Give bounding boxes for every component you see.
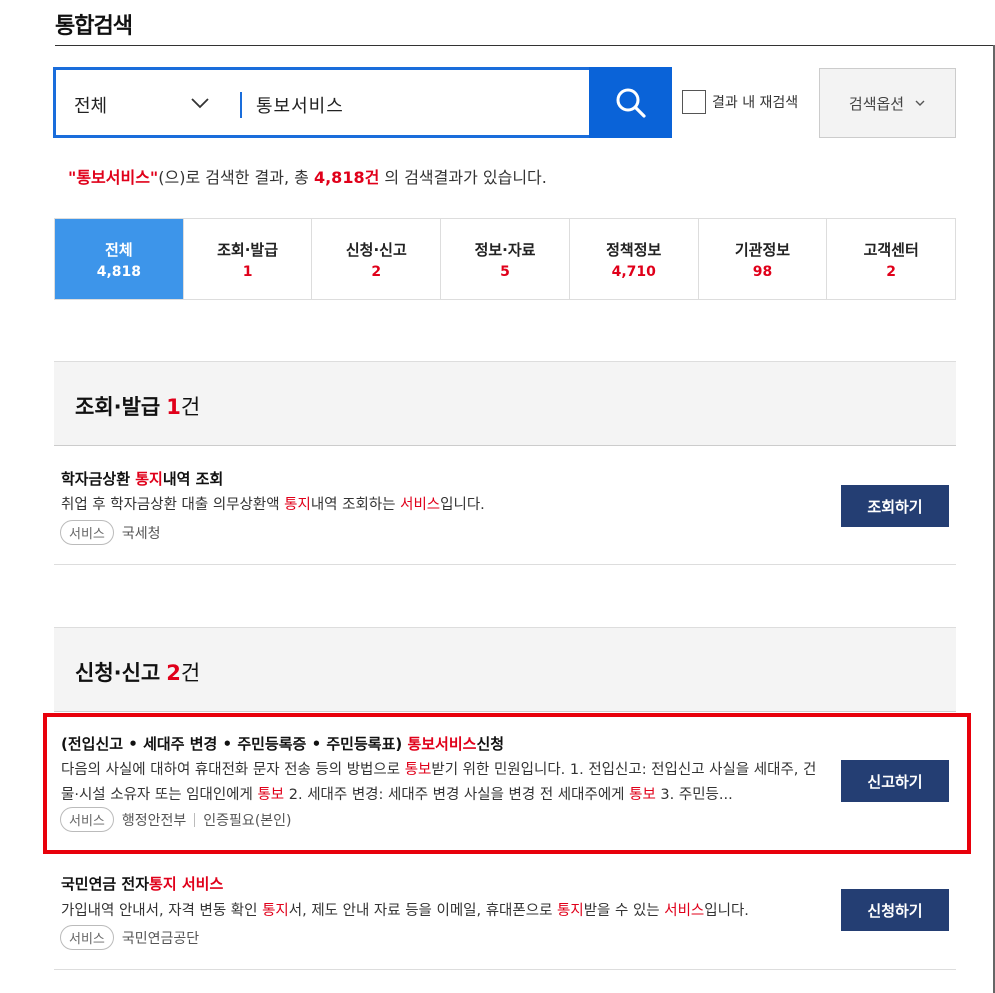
summary-text-2: 의 검색결과가 있습니다.: [379, 168, 547, 187]
chevron-down-icon[interactable]: [189, 92, 211, 114]
section-title: 신청·신고: [75, 661, 161, 685]
title-divider: [55, 45, 995, 46]
tab-label: 전체: [105, 240, 133, 259]
tab-lookup-issue[interactable]: 조회·발급 1: [183, 219, 313, 299]
desc-highlight: 통지: [262, 903, 289, 919]
service-tag: 서비스: [60, 925, 114, 950]
tab-count: 4,710: [611, 263, 656, 280]
tab-label: 조회·발급: [217, 240, 279, 259]
service-tag: 서비스: [60, 520, 114, 545]
section-count: 1: [166, 395, 181, 419]
desc-highlight: 서비스: [664, 903, 705, 919]
tab-label: 정책정보: [606, 240, 662, 259]
section-header-lookup: 조회·발급 1건: [54, 361, 956, 446]
item-description: 취업 후 학자금상환 대출 의무상환액 통지내역 조회하는 서비스입니다.: [61, 493, 821, 518]
input-cursor: [240, 92, 242, 118]
summary-query: "통보서비스": [68, 168, 159, 187]
item-title[interactable]: 학자금상환 통지내역 조회: [61, 468, 223, 489]
desc-text: 내역 조회하는: [310, 497, 401, 513]
section-unit: 건: [180, 661, 201, 685]
desc-text: 입니다.: [440, 497, 485, 513]
tab-customer-center[interactable]: 고객센터 2: [827, 219, 956, 299]
search-scope-select[interactable]: 전체: [74, 92, 107, 118]
recheck-checkbox[interactable]: [682, 90, 706, 114]
tab-info-data[interactable]: 정보·자료 5: [441, 219, 570, 299]
tab-label: 고객센터: [863, 240, 919, 259]
list-item: 학자금상환 통지내역 조회 취업 후 학자금상환 대출 의무상환액 통지내역 조…: [54, 446, 956, 564]
desc-text: 서, 제도 안내 자료 등을 이메일, 휴대폰으로: [288, 903, 558, 919]
tab-label: 기관정보: [734, 240, 791, 259]
section-title: 조회·발급: [75, 395, 161, 419]
summary-text-1: (으)로 검색한 결과, 총: [158, 168, 314, 187]
item-meta: 서비스 국민연금공단: [60, 925, 199, 950]
tab-policy[interactable]: 정책정보 4,710: [569, 219, 699, 299]
desc-text: 입니다.: [704, 903, 749, 919]
chevron-down-icon: [915, 100, 925, 106]
item-description: 가입내역 안내서, 자격 변동 확인 통지서, 제도 안내 자료 등을 이메일,…: [61, 899, 821, 924]
tab-agency[interactable]: 기관정보 98: [698, 219, 828, 299]
section-count: 2: [166, 661, 181, 685]
tab-count: 4,818: [96, 263, 141, 280]
desc-highlight: 통지: [557, 903, 584, 919]
search-box: 전체 통보서비스: [53, 67, 672, 138]
desc-text: 가입내역 안내서, 자격 변동 확인: [61, 903, 263, 919]
page-title: 통합검색: [55, 14, 133, 39]
tab-apply-report[interactable]: 신청·신고 2: [312, 219, 442, 299]
title-text: 내역 조회: [162, 470, 224, 488]
search-options-label: 검색옵션: [848, 94, 905, 113]
section-header-apply: 신청·신고 2건: [54, 627, 956, 712]
tab-label: 신청·신고: [345, 240, 407, 259]
lookup-button[interactable]: 조회하기: [841, 485, 949, 527]
item-meta: 서비스 국세청: [60, 520, 161, 545]
title-highlight: 통지: [135, 470, 163, 488]
tab-label: 정보·자료: [474, 240, 536, 259]
tab-count: 1: [242, 263, 253, 280]
recheck-label: 결과 내 재검색: [712, 95, 799, 111]
desc-text: 받을 수 있는: [583, 903, 665, 919]
tab-all[interactable]: 전체 4,818: [55, 219, 184, 299]
desc-highlight: 통지: [284, 497, 311, 513]
title-highlight: 통지 서비스: [149, 875, 224, 893]
recheck-option[interactable]: 결과 내 재검색: [682, 90, 798, 114]
search-input[interactable]: 통보서비스: [256, 92, 344, 118]
tab-count: 98: [752, 263, 773, 280]
list-item: 국민연금 전자통지 서비스 가입내역 안내서, 자격 변동 확인 통지서, 제도…: [54, 857, 956, 969]
search-icon: [616, 88, 646, 118]
tab-count: 2: [371, 263, 382, 280]
apply-button[interactable]: 신청하기: [841, 889, 949, 931]
agency-name: 국세청: [121, 525, 161, 542]
title-text: 국민연금 전자: [61, 875, 150, 893]
category-tabs: 전체 4,818 조회·발급 1 신청·신고 2 정보·자료 5 정책정보 4,…: [54, 218, 956, 300]
highlight-box: [43, 713, 971, 854]
summary-total: 4,818건: [313, 168, 380, 187]
result-summary: "통보서비스"(으)로 검색한 결과, 총 4,818건 의 검색결과가 있습니…: [68, 164, 547, 188]
divider: [54, 969, 956, 970]
title-text: 학자금상환: [61, 470, 136, 488]
search-options-button[interactable]: 검색옵션: [819, 68, 956, 138]
tab-count: 2: [886, 263, 897, 280]
desc-text: 취업 후 학자금상환 대출 의무상환액: [61, 497, 285, 513]
agency-name: 국민연금공단: [121, 930, 200, 947]
tab-count: 5: [500, 263, 510, 280]
divider: [54, 564, 956, 565]
section-unit: 건: [180, 395, 201, 419]
desc-highlight: 서비스: [400, 497, 441, 513]
search-button[interactable]: [589, 67, 672, 138]
item-title[interactable]: 국민연금 전자통지 서비스: [61, 873, 223, 894]
